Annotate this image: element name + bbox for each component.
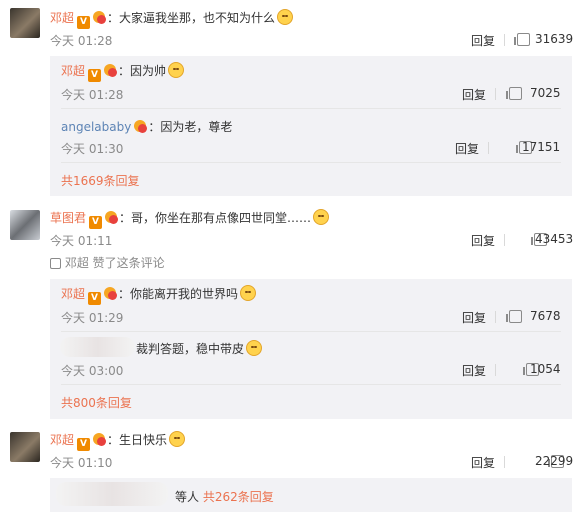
more-replies-link[interactable]: 共262条回复 — [203, 490, 274, 504]
divider — [504, 234, 505, 246]
verified-badge-icon: V — [89, 216, 103, 229]
divider — [495, 88, 496, 100]
smile-emoji-icon — [168, 62, 185, 78]
divider — [61, 331, 561, 332]
like-count: 17151 — [522, 140, 561, 154]
verified-badge-icon: V — [77, 438, 91, 451]
reply-body: 邓超 V ：你能离开我的世界吗 — [61, 285, 257, 305]
reply-button[interactable]: 回复 — [462, 362, 486, 379]
reply-text: ：因为帅 — [118, 64, 167, 78]
member-badge-icon — [92, 433, 107, 446]
divider — [488, 142, 489, 154]
comment-body: 邓超 V ：大家逼我坐那，也不知为什么 — [50, 9, 294, 29]
reply-box: 邓超 V ：因为帅 今天 01:28 回复 7025 angelababy ：因为老，… — [50, 56, 572, 196]
divider — [61, 162, 561, 163]
verified-badge-icon: V — [88, 69, 102, 82]
reply-button[interactable]: 回复 — [455, 140, 479, 157]
reply-box: 邓超 V ：你能离开我的世界吗 今天 01:29 回复 7678 裁判答题，稳中带皮… — [50, 279, 572, 419]
comment-body: 邓超 V ：生日快乐 — [50, 431, 186, 451]
reply-text: 裁判答题，稳中带皮 — [136, 342, 245, 356]
username[interactable]: angelababy — [61, 120, 131, 134]
reply-time: 今天 01:30 — [61, 142, 124, 156]
reply-button[interactable]: 回复 — [471, 32, 495, 49]
smile-emoji-icon — [169, 431, 186, 447]
reply-button[interactable]: 回复 — [471, 454, 495, 471]
like-count: 43453 — [535, 232, 574, 246]
comment-body: 草图君 V ：哥，你坐在那有点像四世同堂…… — [50, 209, 330, 229]
divider — [504, 456, 505, 468]
username[interactable]: 邓超 — [61, 287, 85, 301]
divider — [61, 108, 561, 109]
reply-body: angelababy ：因为老，尊老 — [61, 118, 232, 135]
avatar[interactable] — [10, 210, 40, 240]
like-icon — [50, 258, 61, 269]
blurred-username — [56, 482, 168, 506]
member-badge-icon — [92, 11, 107, 24]
verified-badge-icon: V — [77, 16, 91, 29]
reply-time: 今天 01:29 — [61, 311, 124, 325]
reply-body: 邓超 V ：因为帅 — [61, 62, 185, 82]
avatar[interactable] — [10, 432, 40, 462]
reply-summary-text: 等人 — [175, 490, 200, 504]
smile-emoji-icon — [240, 285, 257, 301]
reply-time: 今天 03:00 — [61, 364, 124, 378]
username[interactable]: 邓超 — [50, 433, 74, 447]
like-count: 7678 — [530, 309, 561, 323]
reply-summary: 等人 共262条回复 — [175, 488, 274, 505]
username[interactable]: 邓超 — [50, 11, 74, 25]
reply-text: ：你能离开我的世界吗 — [118, 287, 239, 301]
blurred-username — [60, 337, 135, 357]
member-badge-icon — [103, 287, 118, 300]
divider — [61, 384, 561, 385]
smile-emoji-icon — [313, 209, 330, 225]
avatar[interactable] — [10, 8, 40, 38]
tongue-emoji-icon — [246, 340, 263, 356]
username[interactable]: 草图君 — [50, 211, 86, 225]
more-replies-link[interactable]: 共1669条回复 — [61, 172, 140, 189]
like-icon[interactable] — [506, 310, 522, 323]
like-count: 1054 — [530, 362, 561, 376]
comment-time: 今天 01:11 — [50, 234, 113, 248]
like-icon[interactable] — [506, 87, 522, 100]
liked-by-note: 邓超 赞了这条评论 — [50, 254, 165, 271]
username[interactable]: 邓超 — [61, 64, 85, 78]
divider — [504, 34, 505, 46]
smile-emoji-icon — [277, 9, 294, 25]
comment-time: 今天 01:28 — [50, 34, 113, 48]
like-count: 7025 — [530, 86, 561, 100]
member-badge-icon — [133, 120, 148, 133]
comment-text: ：哥，你坐在那有点像四世同堂…… — [119, 211, 312, 225]
like-icon[interactable] — [514, 33, 530, 46]
reply-time: 今天 01:28 — [61, 88, 124, 102]
member-badge-icon — [103, 64, 118, 77]
like-count: 22299 — [535, 454, 574, 468]
reply-button[interactable]: 回复 — [462, 86, 486, 103]
reply-button[interactable]: 回复 — [471, 232, 495, 249]
divider — [495, 364, 496, 376]
like-count: 31639 — [535, 32, 574, 46]
comment-text: ：生日快乐 — [107, 433, 168, 447]
comment-time: 今天 01:10 — [50, 456, 113, 470]
liked-by-text: 邓超 赞了这条评论 — [64, 256, 165, 270]
reply-box: 等人 共262条回复 — [50, 478, 572, 512]
reply-body: 裁判答题，稳中带皮 — [136, 340, 263, 357]
reply-text: ：因为老，尊老 — [148, 120, 233, 134]
divider — [495, 311, 496, 323]
reply-button[interactable]: 回复 — [462, 309, 486, 326]
more-replies-link[interactable]: 共800条回复 — [61, 394, 132, 411]
verified-badge-icon: V — [88, 292, 102, 305]
comment-text: ：大家逼我坐那，也不知为什么 — [107, 11, 276, 25]
member-badge-icon — [104, 211, 119, 224]
